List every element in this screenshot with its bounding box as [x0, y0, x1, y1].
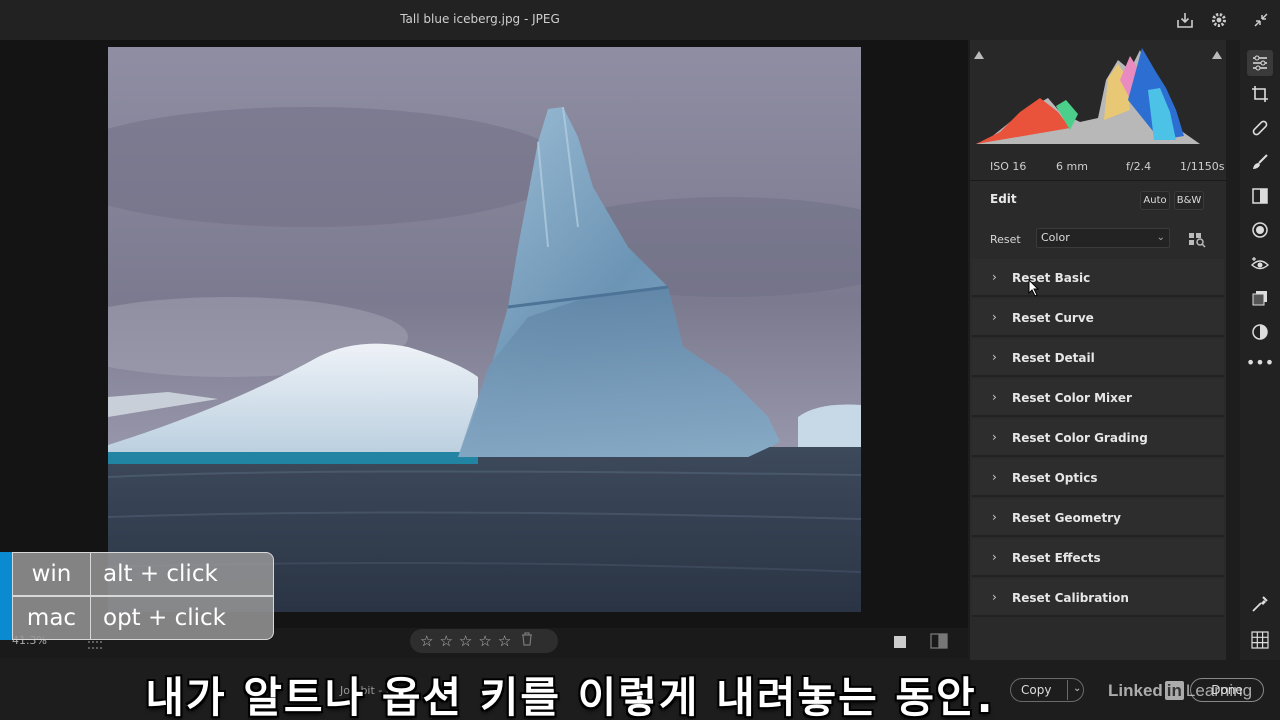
section-label: Reset Color Grading	[1012, 431, 1148, 445]
chevron-right-icon: ›	[992, 590, 997, 604]
section-detail[interactable]: › Reset Detail	[972, 339, 1224, 377]
section-color-mixer[interactable]: › Reset Color Mixer	[972, 379, 1224, 417]
brush-icon[interactable]	[1250, 152, 1270, 172]
more-icon[interactable]: •••	[1246, 352, 1274, 372]
section-label: Reset Geometry	[1012, 511, 1121, 525]
chevron-right-icon: ›	[992, 310, 997, 324]
shortcut-action-mac: opt + click	[103, 605, 226, 631]
section-color-grading[interactable]: › Reset Color Grading	[972, 419, 1224, 457]
shortcut-action-win: alt + click	[103, 561, 218, 587]
presets-icon[interactable]	[1250, 322, 1270, 342]
reset-label[interactable]: Reset	[990, 233, 1021, 246]
shortcut-accent-bar	[0, 552, 12, 640]
photo-iceberg	[108, 47, 861, 612]
chevron-right-icon: ›	[992, 270, 997, 284]
star-1[interactable]: ☆	[420, 632, 433, 650]
bw-button[interactable]: B&W	[1174, 191, 1204, 210]
compare-view-icon[interactable]	[930, 633, 948, 653]
chevron-right-icon: ›	[992, 550, 997, 564]
section-label: Reset Basic	[1012, 271, 1091, 285]
star-rating[interactable]: ☆ ☆ ☆ ☆ ☆	[410, 629, 558, 653]
shortcut-overlay: win alt + click mac opt + click	[0, 552, 276, 642]
chevron-right-icon: ›	[992, 470, 997, 484]
healing-icon[interactable]	[1250, 118, 1270, 138]
export-icon[interactable]	[1174, 9, 1196, 31]
section-label: Reset Optics	[1012, 471, 1098, 485]
video-subtitle: 내가 알트나 옵션 키를 이렇게 내려놓는 동안.	[145, 673, 995, 720]
section-label: Reset Color Mixer	[1012, 391, 1132, 405]
edit-header: Edit Auto B&W	[970, 180, 1226, 218]
star-2[interactable]: ☆	[439, 632, 452, 650]
chevron-down-icon: ⌄	[1156, 232, 1165, 243]
logo-in: in	[1164, 681, 1184, 700]
section-label: Reset Detail	[1012, 351, 1095, 365]
shadow-clip-icon[interactable]	[974, 44, 984, 63]
chevron-right-icon: ›	[992, 390, 997, 404]
star-4[interactable]: ☆	[478, 632, 491, 650]
shortcut-row-win: win alt + click	[12, 552, 274, 596]
star-5[interactable]: ☆	[498, 632, 511, 650]
profile-value: Color	[1041, 231, 1070, 244]
eyedropper-icon[interactable]	[1250, 594, 1270, 614]
tool-strip: •••	[1240, 40, 1280, 660]
redeye-icon[interactable]	[1250, 254, 1270, 274]
section-label: Reset Curve	[1012, 311, 1094, 325]
exif-iso: ISO 16	[990, 160, 1027, 173]
edit-title: Edit	[990, 192, 1017, 206]
single-view-icon[interactable]	[893, 634, 907, 653]
section-label: Reset Effects	[1012, 551, 1101, 565]
crop-icon[interactable]	[1250, 84, 1270, 104]
section-calibration[interactable]: › Reset Calibration	[972, 579, 1224, 617]
shortcut-key-mac: mac	[13, 597, 91, 639]
gradient-icon[interactable]	[1250, 186, 1270, 206]
auto-button[interactable]: Auto	[1140, 191, 1170, 210]
edit-panel: ISO 16 6 mm f/2.4 1/1150s Edit Auto B&W …	[970, 40, 1226, 660]
chevron-right-icon: ›	[992, 350, 997, 364]
section-basic[interactable]: › Reset Basic	[972, 259, 1224, 297]
star-3[interactable]: ☆	[459, 632, 472, 650]
section-geometry[interactable]: › Reset Geometry	[972, 499, 1224, 537]
shortcut-row-mac: mac opt + click	[12, 596, 274, 640]
top-bar: Tall blue iceberg.jpg - JPEG	[0, 0, 1280, 40]
profile-browser-icon[interactable]	[1188, 230, 1206, 248]
section-curve[interactable]: › Reset Curve	[972, 299, 1224, 337]
section-effects[interactable]: › Reset Effects	[972, 539, 1224, 577]
grid-icon[interactable]	[1250, 630, 1270, 650]
profile-row: Reset Color ⌄	[970, 222, 1226, 256]
mouse-cursor-icon	[1028, 278, 1040, 301]
layers-icon[interactable]	[1250, 288, 1270, 308]
section-label: Reset Calibration	[1012, 591, 1129, 605]
section-optics[interactable]: › Reset Optics	[972, 459, 1224, 497]
gear-icon[interactable]	[1208, 9, 1230, 31]
highlight-clip-icon[interactable]	[1212, 44, 1222, 63]
collapse-icon[interactable]	[1250, 9, 1272, 31]
shortcut-key-win: win	[13, 553, 91, 595]
profile-select[interactable]: Color ⌄	[1036, 228, 1170, 248]
trash-icon[interactable]	[521, 632, 533, 650]
radial-icon[interactable]	[1250, 220, 1270, 240]
document-title: Tall blue iceberg.jpg - JPEG	[400, 12, 560, 26]
chevron-right-icon: ›	[992, 430, 997, 444]
exif-shutter: 1/1150s	[1180, 160, 1225, 173]
app-window: Tall blue iceberg.jpg - JPEG ISO 16 6 mm…	[0, 0, 1280, 720]
sliders-icon[interactable]	[1247, 50, 1273, 76]
exif-focal: 6 mm	[1056, 160, 1088, 173]
exif-info: ISO 16 6 mm f/2.4 1/1150s	[970, 156, 1226, 176]
logo-learning: Learning	[1185, 681, 1253, 700]
chevron-right-icon: ›	[992, 510, 997, 524]
exif-aperture: f/2.4	[1126, 160, 1152, 173]
